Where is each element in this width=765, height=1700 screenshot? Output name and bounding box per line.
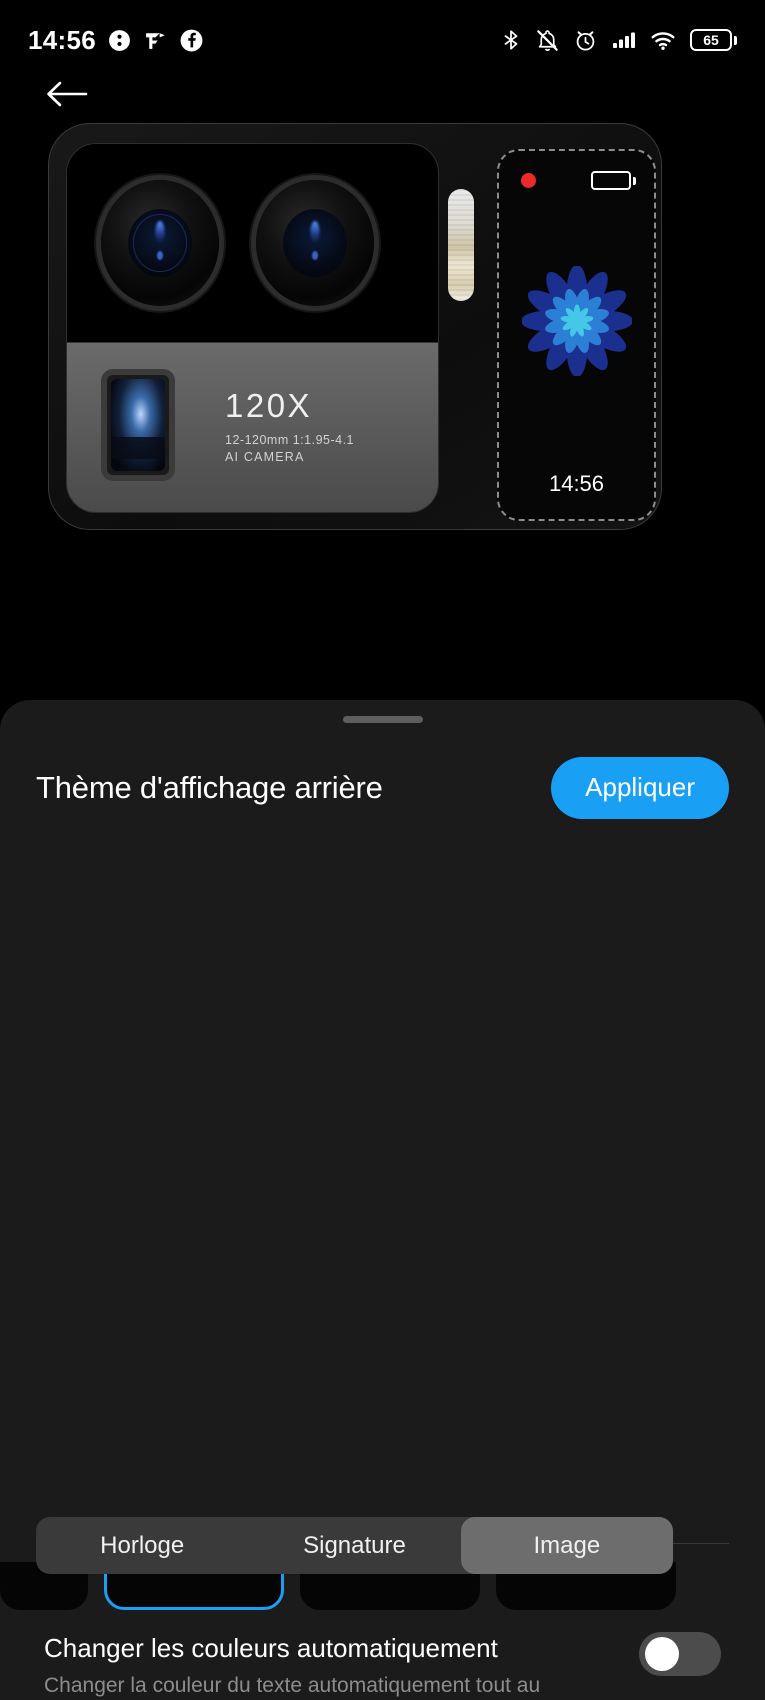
bluetooth-icon — [504, 30, 518, 50]
phone-screen: 14:56 65 120X 12-120mm 1:1.95-4.1 AI CAM… — [0, 0, 765, 1700]
camera-lens-primary — [101, 180, 219, 306]
sheet-drag-handle[interactable] — [342, 716, 423, 723]
cellular-signal-icon — [613, 32, 635, 48]
back-button[interactable] — [36, 70, 98, 118]
battery-icon: 65 — [690, 29, 737, 51]
camera-module-graphic: 120X 12-120mm 1:1.95-4.1 AI CAMERA 14:56 — [48, 123, 662, 530]
mini-display-clock: 14:56 — [548, 471, 605, 496]
theme-type-tabs: Horloge Signature Image — [36, 1517, 673, 1574]
rear-display-preview-image: 120X 12-120mm 1:1.95-4.1 AI CAMERA 14:56 — [0, 118, 765, 538]
auto-color-toggle[interactable] — [639, 1632, 721, 1676]
page-title: Thème d'affichage arrière — [36, 769, 383, 805]
alarm-clock-icon — [576, 30, 595, 51]
apply-button[interactable]: Appliquer — [551, 756, 729, 819]
zoom-label: 120X — [225, 387, 313, 424]
app-f-logo-icon — [146, 32, 165, 49]
status-bar: 14:56 65 — [0, 0, 765, 80]
auto-color-row[interactable]: Changer les couleurs automatiquement Cha… — [0, 1632, 765, 1700]
camera-lens-secondary — [256, 180, 374, 306]
camera-flash-module — [448, 189, 474, 301]
bottom-sheet: Thème d'affichage arrière Appliquer Horl… — [0, 700, 765, 1700]
tab-signature[interactable]: Signature — [248, 1517, 460, 1574]
camera-labels: 120X 12-120mm 1:1.95-4.1 AI CAMERA — [225, 387, 354, 464]
status-bar-clock: 14:56 — [28, 24, 96, 55]
auto-color-subtitle: Changer la couleur du texte automatiquem… — [44, 1673, 541, 1697]
status-bar-left: 14:56 — [28, 25, 204, 56]
recording-indicator — [521, 173, 536, 188]
sheet-header: Thème d'affichage arrière Appliquer — [0, 740, 765, 835]
secondary-display-frame: 14:56 — [497, 149, 656, 521]
bell-muted-icon — [537, 29, 558, 51]
tab-image[interactable]: Image — [460, 1517, 673, 1574]
auto-color-title: Changer les couleurs automatiquement — [44, 1633, 498, 1663]
blue-flower-graphic — [521, 266, 632, 376]
mini-battery-icon — [591, 171, 636, 190]
periscope-lens — [101, 369, 175, 481]
app-circle-icon — [109, 29, 130, 51]
lens-spec-label: 12-120mm 1:1.95-4.1 — [225, 433, 355, 447]
ai-camera-label: AI CAMERA — [225, 450, 305, 464]
arrow-left-icon — [47, 81, 88, 107]
facebook-icon — [180, 29, 203, 51]
wifi-icon — [651, 32, 675, 50]
tab-horloge[interactable]: Horloge — [36, 1517, 248, 1574]
auto-color-text: Changer les couleurs automatiquement Cha… — [44, 1632, 574, 1700]
status-bar-right: 65 — [500, 28, 737, 53]
camera-lens-block: 120X 12-120mm 1:1.95-4.1 AI CAMERA — [66, 143, 439, 513]
battery-percent-label: 65 — [703, 32, 719, 48]
